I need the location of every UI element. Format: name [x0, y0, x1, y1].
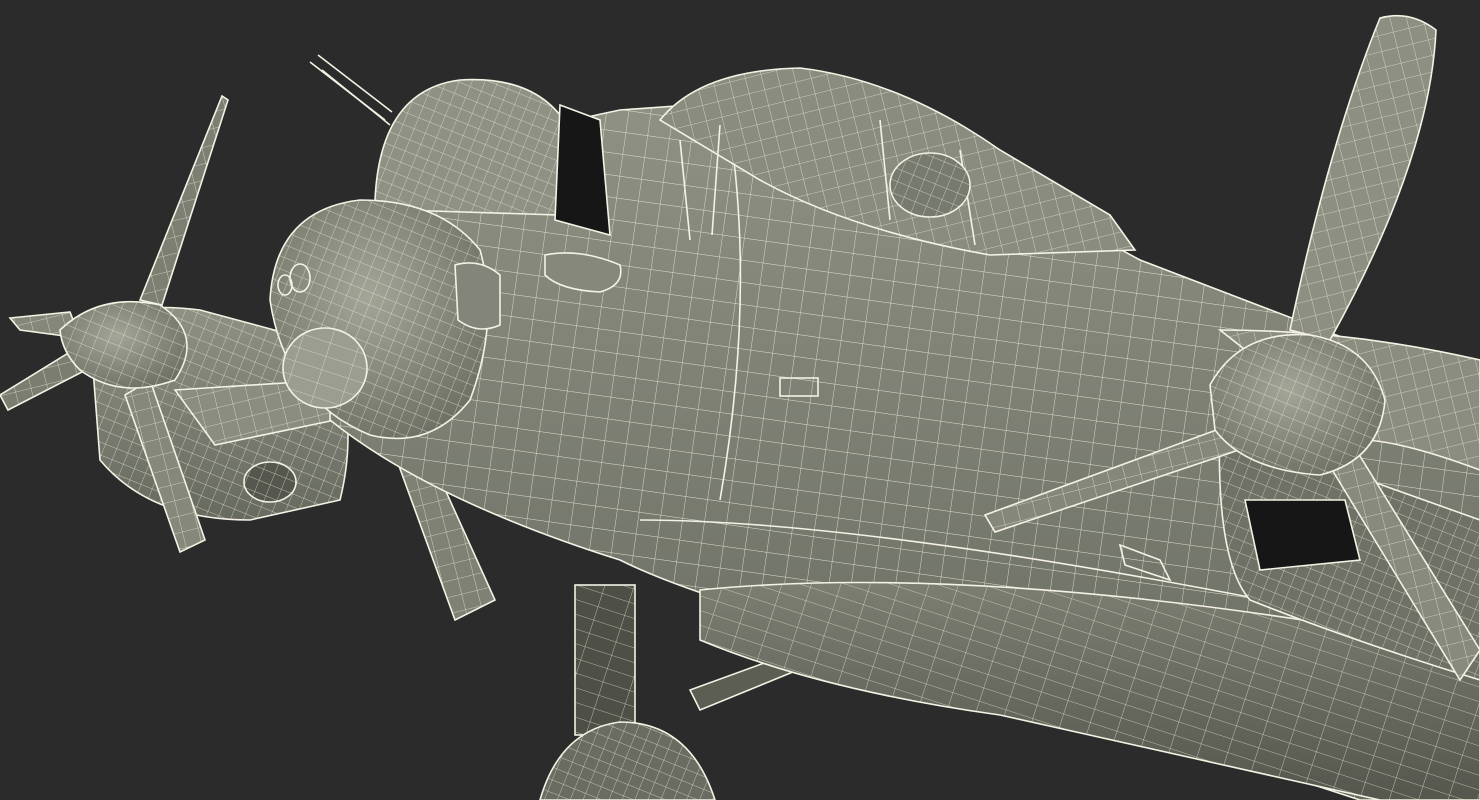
render-viewport — [0, 0, 1480, 800]
aircraft-render — [0, 14, 1480, 800]
